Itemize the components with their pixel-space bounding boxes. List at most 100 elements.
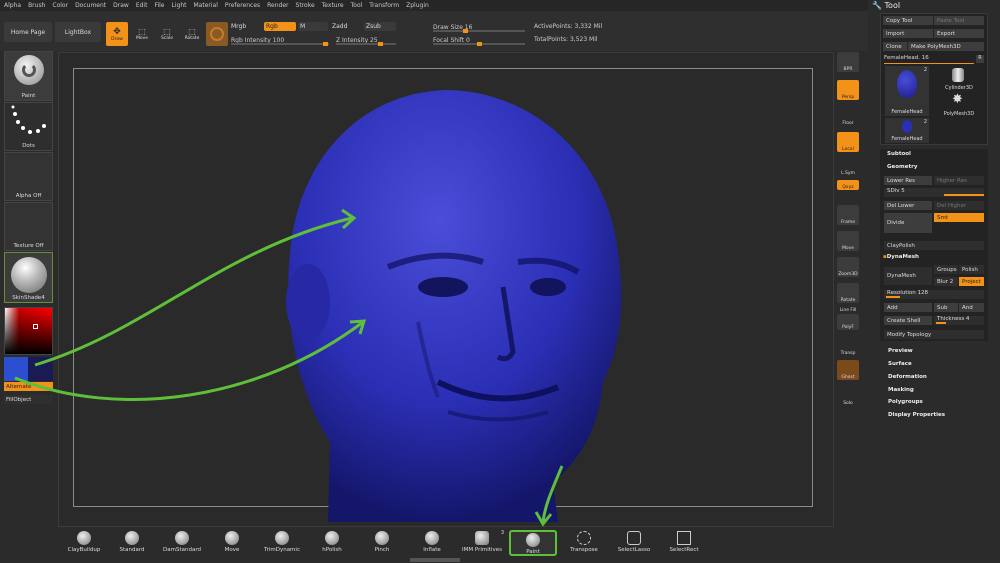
menu-material[interactable]: Material <box>193 2 217 9</box>
blur-slider[interactable]: Blur 2 <box>934 277 958 286</box>
menu-stroke[interactable]: Stroke <box>296 2 315 9</box>
menu-preferences[interactable]: Preferences <box>225 2 260 9</box>
section-masking[interactable]: Masking <box>888 387 914 393</box>
create-shell-button[interactable]: Create Shell <box>884 316 932 325</box>
groups-button[interactable]: Groups <box>934 265 958 274</box>
copy-tool-button[interactable]: Copy Tool <box>883 16 933 25</box>
tool-thumb-polymesh[interactable]: ✸ PolyMesh3D <box>934 92 984 117</box>
dynamesh-button[interactable]: DynaMesh <box>884 267 932 285</box>
lower-res-button[interactable]: Lower Res <box>884 176 932 185</box>
transp-button[interactable]: Transp <box>837 336 859 356</box>
resolution-slider[interactable]: Resolution 128 <box>884 290 984 299</box>
del-lower-button[interactable]: Del Lower <box>884 201 932 210</box>
z-intensity-slider[interactable]: Z Intensity 25 <box>336 36 396 46</box>
brush-transpose[interactable]: Transpose <box>560 530 608 556</box>
rotate-view-button[interactable]: Rotate <box>837 283 859 303</box>
import-button[interactable]: Import <box>883 29 933 38</box>
color-swatch-button[interactable] <box>206 22 228 46</box>
tool-thumb-femalehead[interactable]: 2 FemaleHead <box>885 66 929 116</box>
current-tool-slider[interactable]: FemaleHead. 16 <box>884 55 929 61</box>
brush-move[interactable]: Move <box>208 530 256 556</box>
section-polygroups[interactable]: Polygroups <box>888 399 923 405</box>
claypolish-button[interactable]: ClayPolish <box>884 241 984 250</box>
bpr-button[interactable]: BPR <box>837 52 859 72</box>
higher-res-button[interactable]: Higher Res <box>934 176 984 185</box>
add-button[interactable]: Add <box>884 303 932 312</box>
brush-tile[interactable]: Paint <box>4 51 53 101</box>
r-button[interactable]: R <box>976 55 984 63</box>
sdiv-slider[interactable]: SDiv 5 <box>884 188 984 197</box>
section-preview[interactable]: Preview <box>888 348 913 354</box>
clone-button[interactable]: Clone <box>883 42 907 51</box>
color-picker[interactable] <box>4 307 53 355</box>
thickness-slider[interactable]: Thickness 4 <box>934 316 984 325</box>
sub-button[interactable]: Sub <box>934 303 958 312</box>
menu-texture[interactable]: Texture <box>322 2 344 9</box>
menu-tool[interactable]: Tool <box>351 2 363 9</box>
menu-transform[interactable]: Transform <box>369 2 399 9</box>
brush-paint[interactable]: Paint <box>509 530 557 556</box>
brush-selectlasso[interactable]: SelectLasso <box>610 530 658 556</box>
secondary-color-swatch[interactable] <box>28 357 53 381</box>
focal-shift-slider[interactable]: Focal Shift 0 <box>433 36 525 46</box>
qxyz-button[interactable]: Qxyz <box>837 180 859 190</box>
lightbox-button[interactable]: LightBox <box>55 22 101 42</box>
export-button[interactable]: Export <box>934 29 984 38</box>
rgb-button[interactable]: Rgb <box>264 22 296 31</box>
draw-button[interactable]: ✥ Draw <box>106 22 128 46</box>
move-view-button[interactable]: Move <box>837 231 859 251</box>
draw-size-slider[interactable]: Draw Size 16 <box>433 23 525 33</box>
paste-tool-button[interactable]: Paste Tool <box>934 16 984 25</box>
alpha-tile[interactable]: Alpha Off <box>4 152 53 201</box>
local-button[interactable]: Local <box>837 132 859 152</box>
menu-light[interactable]: Light <box>172 2 187 9</box>
menu-document[interactable]: Document <box>75 2 106 9</box>
alternate-button[interactable]: Alternate <box>4 382 53 391</box>
section-surface[interactable]: Surface <box>888 361 912 367</box>
brush-hpolish[interactable]: hPolish <box>308 530 356 556</box>
stroke-tile[interactable]: Dots <box>4 102 53 151</box>
brush-selectrect[interactable]: SelectRect <box>660 530 708 556</box>
divide-button[interactable]: Divide <box>884 213 932 233</box>
menu-render[interactable]: Render <box>267 2 288 9</box>
frame-button[interactable]: Frame <box>837 205 859 225</box>
smt-button[interactable]: Smt <box>934 213 984 222</box>
fill-object-button[interactable]: FillObject <box>4 395 53 404</box>
menu-draw[interactable]: Draw <box>113 2 129 9</box>
texture-tile[interactable]: Texture Off <box>4 202 53 251</box>
floor-button[interactable]: Floor <box>837 106 859 126</box>
section-display-properties[interactable]: Display Properties <box>888 412 945 418</box>
menu-edit[interactable]: Edit <box>136 2 148 9</box>
brush-trimdynamic[interactable]: TrimDynamic <box>258 530 306 556</box>
brush-pinch[interactable]: Pinch <box>358 530 406 556</box>
dynamesh-header[interactable]: ▪DynaMesh <box>883 254 919 260</box>
tool-thumb-femalehead-2[interactable]: 2 FemaleHead <box>885 118 929 143</box>
female-head-model[interactable] <box>58 52 834 527</box>
solo-button[interactable]: Solo <box>837 386 859 406</box>
material-tile[interactable]: SkinShade4 <box>4 252 53 303</box>
zsub-button[interactable]: Zsub <box>364 22 396 31</box>
brush-inflate[interactable]: Inflate <box>408 530 456 556</box>
polish-button[interactable]: Polish <box>959 265 984 274</box>
move-button[interactable]: ⬚ Move <box>131 22 153 46</box>
home-page-button[interactable]: Home Page <box>4 22 52 42</box>
section-deformation[interactable]: Deformation <box>888 374 927 380</box>
rgb-intensity-slider[interactable]: Rgb Intensity 100 <box>231 36 329 46</box>
geometry-header[interactable]: Geometry <box>887 164 917 170</box>
brush-damstandard[interactable]: DamStandard <box>158 530 206 556</box>
brush-standard[interactable]: Standard <box>108 530 156 556</box>
main-color-swatch[interactable] <box>4 357 28 381</box>
brush-imm-primitives[interactable]: IMM Primitives 3 <box>458 530 506 556</box>
line-fill-button[interactable]: Line Fill <box>837 306 859 313</box>
ghost-button[interactable]: Ghost <box>837 360 859 380</box>
polyf-button[interactable]: PolyF <box>837 314 859 330</box>
brush-claybuildup[interactable]: ClayBuildup <box>60 530 108 556</box>
tool-thumb-cylinder[interactable]: Cylinder3D <box>934 66 984 91</box>
menu-brush[interactable]: Brush <box>28 2 45 9</box>
scale-button[interactable]: ⬚ Scale <box>156 22 178 46</box>
del-higher-button[interactable]: Del Higher <box>934 201 984 210</box>
lsym-button[interactable]: L.Sym <box>837 156 859 176</box>
shelf-scroll-handle[interactable] <box>410 558 460 562</box>
mrgb-button[interactable]: Mrgb <box>231 22 261 31</box>
and-button[interactable]: And <box>959 303 984 312</box>
